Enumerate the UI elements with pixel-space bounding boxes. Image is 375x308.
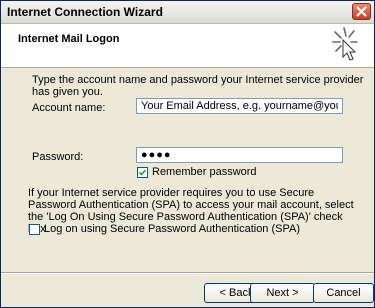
window-title: Internet Connection Wizard xyxy=(7,5,163,19)
password-label: Password: xyxy=(32,151,84,163)
next-button[interactable]: Next > xyxy=(250,283,315,303)
spa-checkbox[interactable] xyxy=(29,224,40,235)
instruction-text: Type the account name and password your … xyxy=(32,74,364,98)
remember-password-label[interactable]: Remember password xyxy=(152,166,257,178)
close-icon xyxy=(356,6,367,17)
wizard-sparkle-icon xyxy=(332,27,358,61)
page-title: Internet Mail Logon xyxy=(18,33,120,45)
password-input[interactable]: ●●●● xyxy=(136,147,343,163)
wizard-window: Internet Connection Wizard Internet Mail… xyxy=(0,0,375,308)
cancel-button[interactable]: Cancel xyxy=(313,283,374,303)
remember-password-checkbox[interactable] xyxy=(137,167,148,178)
spa-label[interactable]: Log on using Secure Password Authenticat… xyxy=(44,223,300,235)
separator xyxy=(1,272,374,274)
close-button[interactable] xyxy=(352,3,371,20)
wizard-header: Internet Mail Logon xyxy=(1,24,374,68)
account-name-input[interactable] xyxy=(136,98,343,114)
checkmark-icon xyxy=(139,169,146,176)
account-name-label: Account name: xyxy=(32,102,106,114)
title-bar[interactable]: Internet Connection Wizard xyxy=(1,1,374,24)
